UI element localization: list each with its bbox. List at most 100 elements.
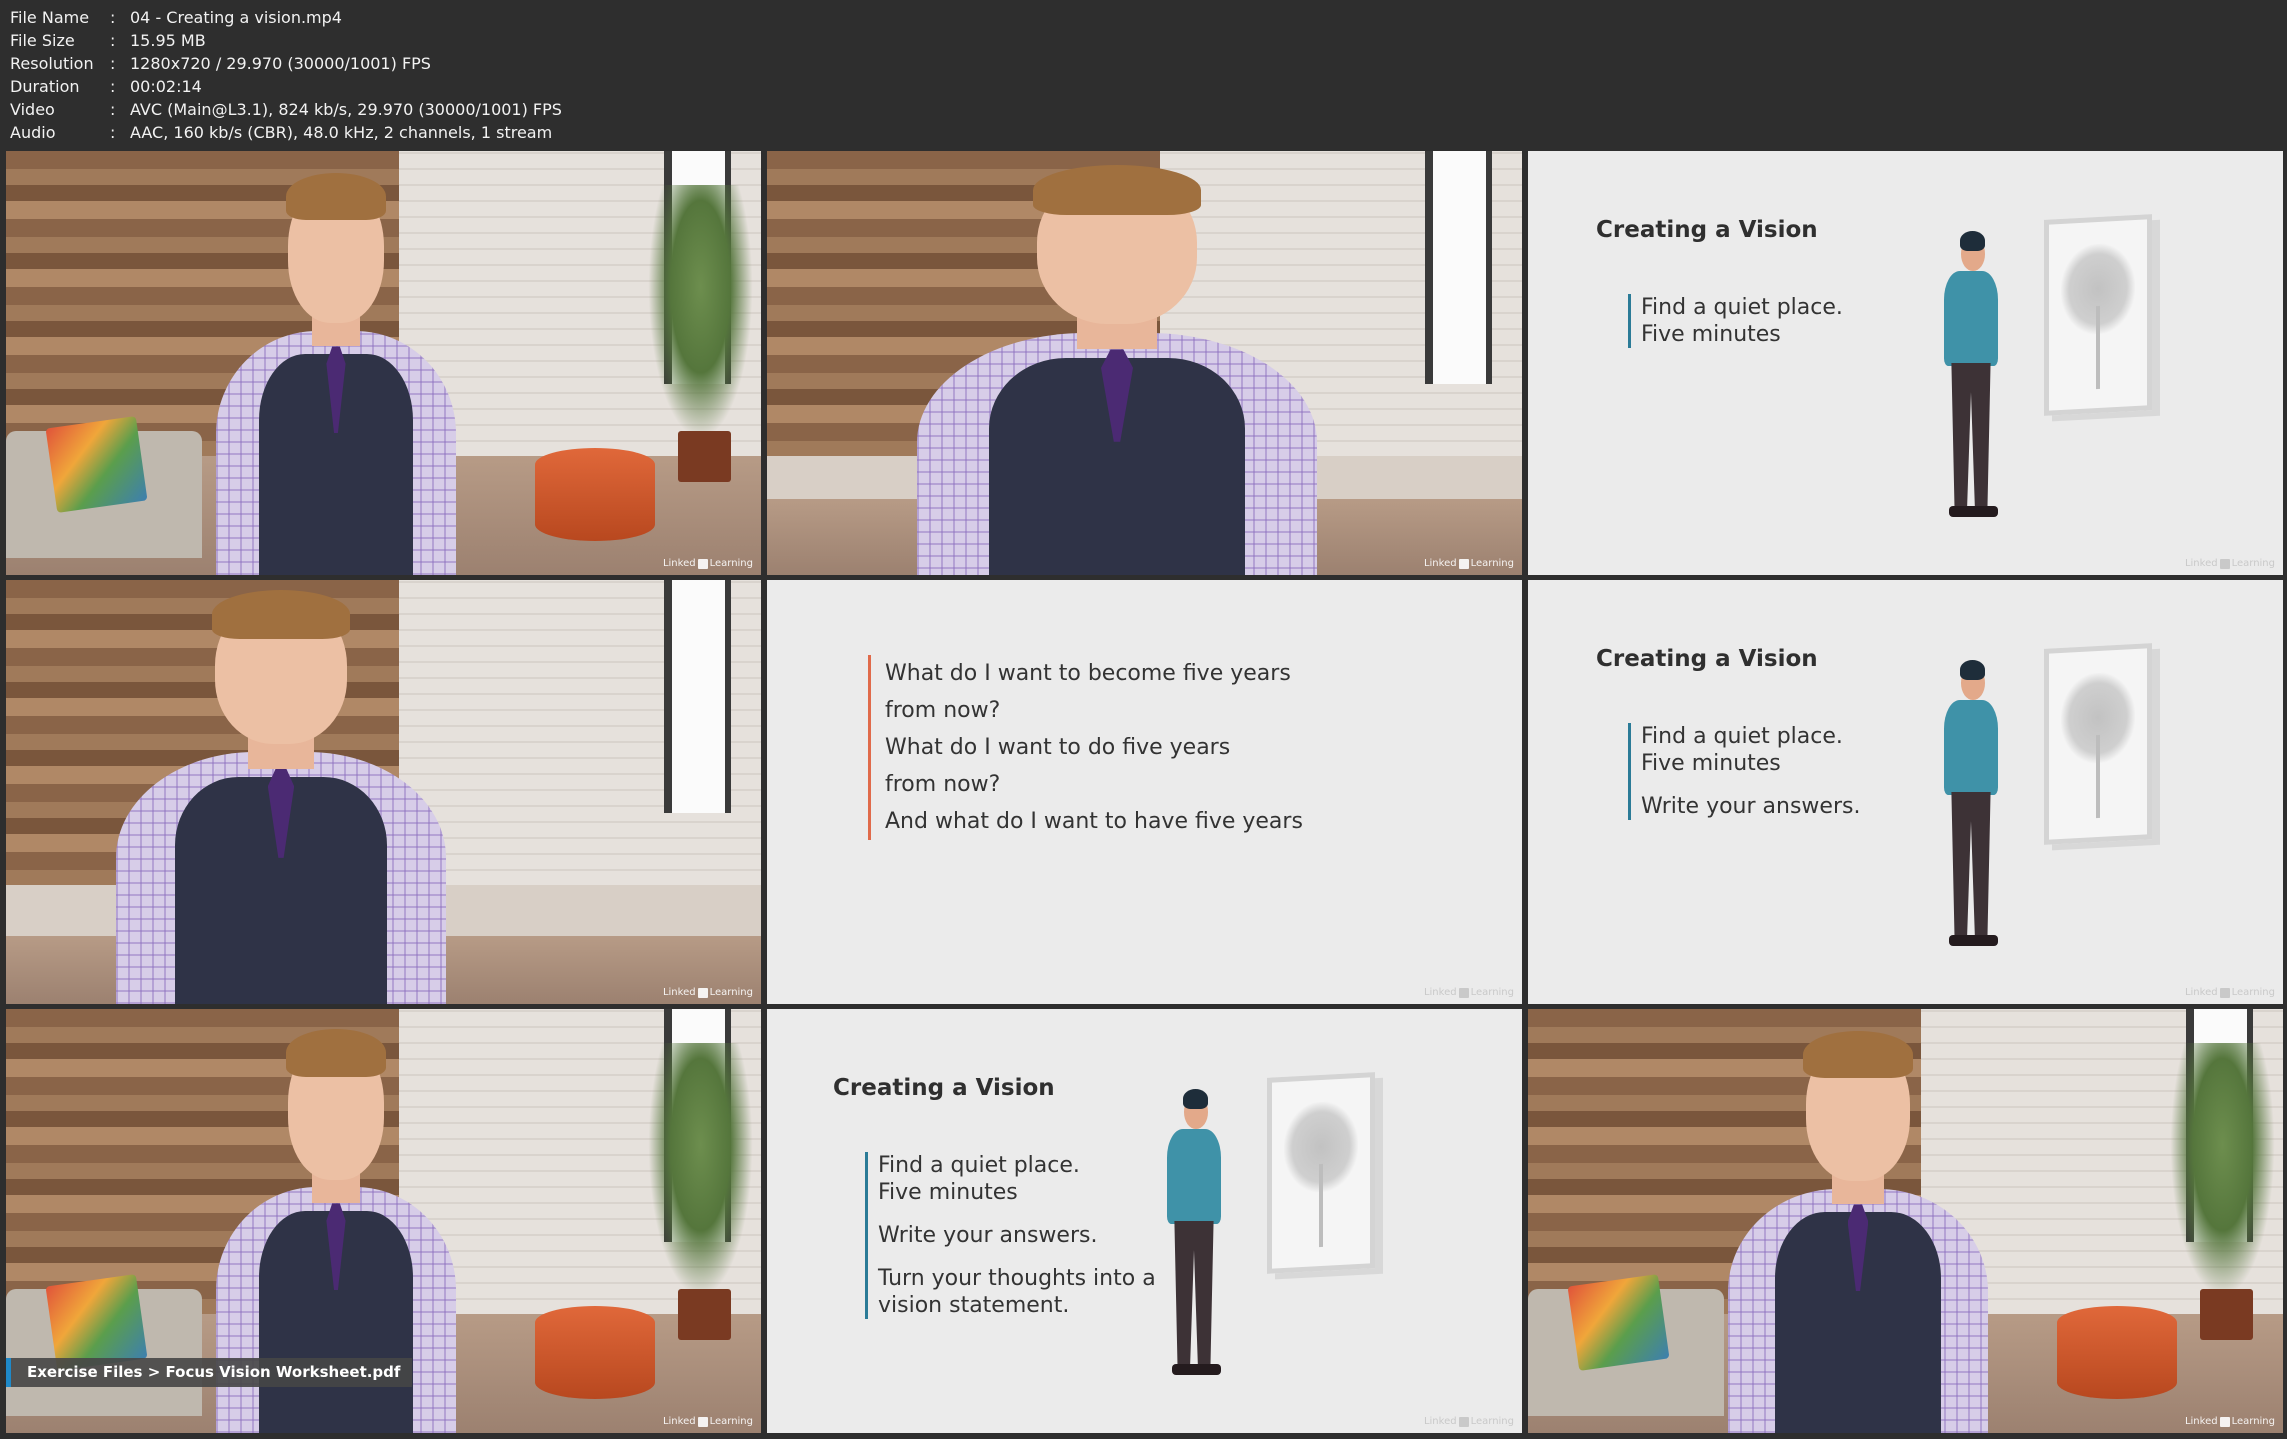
exercise-files-banner[interactable]: Exercise Files > Focus Vision Worksheet.… — [6, 1358, 413, 1387]
presenter — [1728, 1031, 1988, 1433]
metadata-separator: : — [110, 54, 116, 73]
watermark-learning: Learning — [709, 558, 753, 569]
metadata-separator: : — [110, 8, 116, 27]
question-list: What do I want to become five years from… — [868, 655, 1303, 840]
file-metadata-panel: File Name:04 - Creating a vision.mp4 Fil… — [10, 6, 562, 144]
slide-title: Creating a Vision — [1596, 646, 1818, 672]
thumbnail-presenter-medium[interactable]: Linked Learning — [6, 580, 761, 1004]
thumbnail-slide-vision-1[interactable]: Creating a Vision Find a quiet place. Fi… — [1528, 151, 2283, 575]
metadata-row: Audio: AAC, 160 kb/s (CBR), 48.0 kHz, 2 c… — [10, 121, 562, 144]
plant-pot — [677, 1288, 731, 1340]
bullet-text: Five minutes — [1641, 751, 1781, 776]
thumbnail-presenter-exercise[interactable]: Exercise Files > Focus Vision Worksheet.… — [6, 1009, 761, 1433]
bullet-text: Five minutes — [1641, 322, 1781, 347]
thumbnail-slide-vision-3[interactable]: Creating a Vision Find a quiet place. Fi… — [767, 1009, 1522, 1433]
plant-pot — [677, 430, 731, 482]
thumbnail-slide-vision-2[interactable]: Creating a Vision Find a quiet place. Fi… — [1528, 580, 2283, 1004]
question-line: from now? — [885, 698, 1001, 723]
presenter-hair — [1033, 164, 1201, 215]
bullet-text: Turn your thoughts into a — [878, 1266, 1156, 1291]
linkedin-in-icon — [697, 1416, 708, 1427]
standing-man-illustration — [1936, 231, 2006, 517]
bullet-text: Write your answers. — [878, 1223, 1098, 1248]
linkedin-learning-watermark: Linked Learning — [663, 987, 753, 998]
metadata-key: File Name — [10, 8, 90, 27]
thumbnail-grid: Linked Learning Linked Learning Creating a… — [6, 151, 2283, 1433]
linkedin-learning-watermark: Linked Learning — [663, 558, 753, 569]
watermark-linked: Linked — [662, 987, 696, 998]
figure-shoes — [1948, 505, 1998, 517]
figure-shirt — [1944, 270, 1998, 366]
presenter-hair — [211, 589, 351, 639]
linkedin-learning-watermark: Linked Learning — [2185, 558, 2275, 569]
question-line: And what do I want to have five years — [885, 809, 1303, 834]
metadata-row: File Size:15.95 MB — [10, 29, 562, 52]
ottoman — [534, 1305, 656, 1400]
watermark-linked: Linked — [662, 1416, 696, 1427]
linkedin-in-icon — [697, 558, 708, 569]
standing-man-illustration — [1159, 1089, 1229, 1375]
bullet-text: vision statement. — [878, 1293, 1070, 1318]
metadata-value: 00:02:14 — [130, 77, 202, 96]
metadata-key: File Size — [10, 31, 75, 50]
slide-title: Creating a Vision — [1596, 217, 1818, 243]
presenter-hair — [285, 1029, 387, 1077]
presenter-hair — [285, 173, 387, 221]
thumbnail-presenter-wide[interactable]: Linked Learning — [6, 151, 761, 575]
metadata-key: Resolution — [10, 54, 94, 73]
presenter — [917, 164, 1317, 575]
tree-trunk — [2096, 305, 2100, 390]
watermark-linked: Linked — [2184, 1416, 2218, 1427]
figure-shoes — [1948, 934, 1998, 946]
linkedin-in-icon — [1458, 987, 1469, 998]
metadata-separator: : — [110, 77, 116, 96]
figure-hair — [1959, 660, 1985, 680]
window — [663, 580, 731, 814]
window-frame — [2044, 643, 2152, 845]
watermark-linked: Linked — [1423, 558, 1457, 569]
figure-shirt — [1167, 1128, 1221, 1224]
watermark-linked: Linked — [1423, 1416, 1457, 1427]
figure-shoes — [1171, 1363, 1221, 1375]
watermark-learning: Learning — [1470, 558, 1514, 569]
thumbnail-presenter-gesturing[interactable]: Linked Learning — [1528, 1009, 2283, 1433]
metadata-row: Resolution:1280x720 / 29.970 (30000/1001… — [10, 52, 562, 75]
presenter-hair — [1803, 1031, 1913, 1079]
ottoman — [534, 447, 656, 542]
pillow — [45, 416, 148, 514]
linkedin-in-icon — [2219, 558, 2230, 569]
linkedin-learning-watermark: Linked Learning — [1424, 1416, 1514, 1427]
watermark-learning: Learning — [709, 1416, 753, 1427]
linkedin-in-icon — [697, 987, 708, 998]
bullet-text: Write your answers. — [1641, 794, 1861, 819]
linkedin-learning-watermark: Linked Learning — [2185, 987, 2275, 998]
question-line: What do I want to become five years — [885, 661, 1291, 686]
bullet-text: Find a quiet place. — [878, 1153, 1080, 1178]
watermark-learning: Learning — [709, 987, 753, 998]
thumbnail-slide-questions[interactable]: What do I want to become five years from… — [767, 580, 1522, 1004]
metadata-value: 04 - Creating a vision.mp4 — [130, 8, 342, 27]
metadata-key: Duration — [10, 77, 80, 96]
question-line: from now? — [885, 772, 1001, 797]
tree-trunk — [1319, 1163, 1323, 1248]
bullet-text: Find a quiet place. — [1641, 724, 1843, 749]
watermark-linked: Linked — [2184, 558, 2218, 569]
metadata-value: 1280x720 / 29.970 (30000/1001) FPS — [130, 54, 431, 73]
watermark-linked: Linked — [2184, 987, 2218, 998]
plant-pot — [2199, 1288, 2253, 1340]
pillow — [45, 1274, 148, 1372]
slide-bullets: Find a quiet place. Five minutes Write y… — [865, 1152, 1156, 1319]
linkedin-in-icon — [1458, 558, 1469, 569]
thumbnail-presenter-close[interactable]: Linked Learning — [767, 151, 1522, 575]
metadata-row: Video: AVC (Main@L3.1), 824 kb/s, 29.970 … — [10, 98, 562, 121]
metadata-separator: : — [110, 31, 116, 50]
window — [1424, 151, 1492, 385]
pillow — [1567, 1274, 1670, 1372]
linkedin-learning-watermark: Linked Learning — [1424, 558, 1514, 569]
window-frame — [2044, 214, 2152, 416]
presenter — [216, 173, 456, 575]
metadata-value: 15.95 MB — [130, 31, 206, 50]
watermark-linked: Linked — [662, 558, 696, 569]
metadata-row: File Name:04 - Creating a vision.mp4 — [10, 6, 562, 29]
watermark-learning: Learning — [2231, 987, 2275, 998]
